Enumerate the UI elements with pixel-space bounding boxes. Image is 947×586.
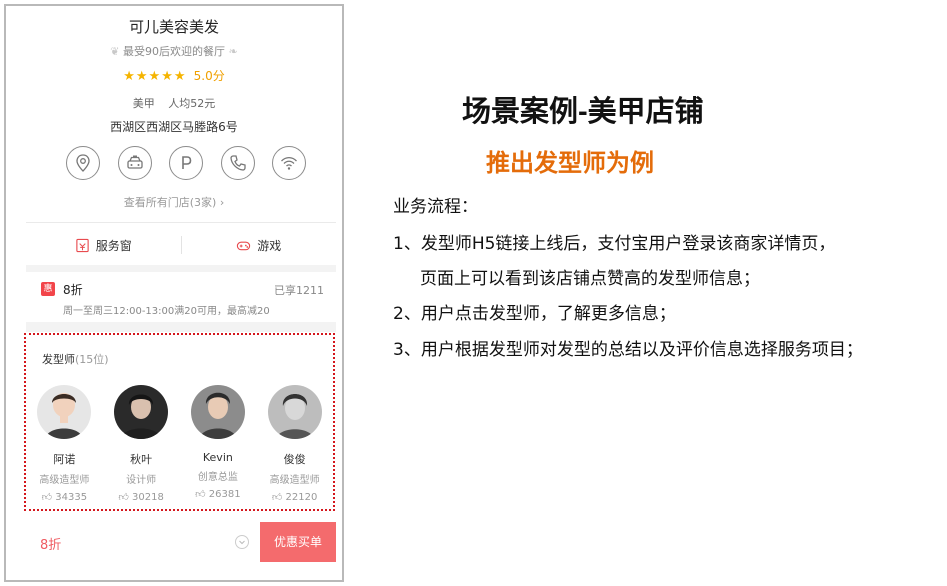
shop-tabs: 服务窗 游戏 bbox=[26, 224, 336, 266]
buy-button[interactable]: 优惠买单 bbox=[260, 522, 336, 562]
shop-facility-icons bbox=[66, 146, 306, 182]
phone-icon[interactable] bbox=[220, 146, 255, 180]
laurel-right-icon: ❧ bbox=[228, 45, 238, 58]
phone-screenshot: 可儿美容美发 ❦ 最受90后欢迎的餐厅 ❧ ★★★★★ 5.0分 美甲 人均52… bbox=[4, 4, 344, 582]
stylist-count: (15位) bbox=[75, 353, 109, 366]
stylist-card[interactable]: Kevin 创意总监 👍︎ 26381 bbox=[183, 385, 253, 503]
page-title: 场景案例-美甲店铺 bbox=[462, 96, 704, 128]
stylist-role: 创意总监 bbox=[197, 472, 238, 483]
thumbs-up-icon: 👍︎ bbox=[41, 492, 53, 503]
tab-service-window[interactable]: 服务窗 bbox=[26, 237, 181, 254]
stylist-likes: 👍︎ 22120 bbox=[260, 491, 330, 503]
flow-label: 业务流程： bbox=[393, 197, 478, 217]
stylist-section-title: 发型师(15位) bbox=[42, 351, 109, 367]
chevron-down-icon[interactable] bbox=[235, 535, 249, 549]
star-rating-icon: ★★★★★ bbox=[123, 69, 187, 84]
thumbs-up-icon: 👍︎ bbox=[195, 489, 206, 500]
stylist-card[interactable]: 秋叶 设计师 👍︎ 30218 bbox=[106, 385, 176, 503]
discount-title: 8折 bbox=[63, 283, 83, 297]
flow-step-1: 1、发型师H5链接上线后，支付宝用户登录该商家详情页， bbox=[393, 234, 836, 254]
gamepad-icon bbox=[237, 241, 251, 250]
divider bbox=[26, 222, 336, 223]
stylist-likes: 👍︎ 30218 bbox=[106, 491, 176, 503]
stylist-likes: 👍︎ 26381 bbox=[183, 488, 253, 500]
stylist-title-label: 发型师 bbox=[42, 353, 75, 366]
stylist-list: 阿诺 高级造型师 👍︎ 34335 秋叶 设计师 👍︎ 30218 Kevin … bbox=[26, 385, 333, 503]
view-stores-label: 查看所有门店(3家) bbox=[123, 196, 217, 209]
thumbs-up-icon: 👍︎ bbox=[118, 492, 129, 503]
discount-used-count: 已享1211 bbox=[274, 284, 324, 297]
section-gap bbox=[26, 265, 336, 272]
avatar bbox=[37, 385, 92, 439]
likes-count: 30218 bbox=[132, 492, 164, 503]
discount-offer[interactable]: 惠 8折 已享1211 周一至周三12:00-13:00满20可用，最高减20 bbox=[26, 274, 336, 320]
parking-icon[interactable] bbox=[169, 146, 203, 180]
stylist-card[interactable]: 俊俊 高级造型师 👍︎ 22120 bbox=[260, 385, 330, 503]
stylist-card[interactable]: 阿诺 高级造型师 👍︎ 34335 bbox=[29, 385, 99, 503]
tab-service-window-label: 服务窗 bbox=[95, 238, 132, 253]
stylist-role: 设计师 bbox=[126, 475, 157, 486]
avatar bbox=[267, 385, 322, 439]
shop-meta: 美甲 人均52元 bbox=[6, 95, 342, 111]
service-window-icon bbox=[76, 238, 89, 252]
tab-game-label: 游戏 bbox=[257, 238, 282, 253]
stylist-name: 秋叶 bbox=[130, 453, 153, 466]
view-all-stores-link[interactable]: 查看所有门店(3家) › bbox=[6, 194, 342, 210]
laurel-left-icon: ❦ bbox=[110, 45, 120, 58]
bottom-bar: 8折 优惠买单 bbox=[26, 522, 336, 562]
flow-step-3: 3、用户根据发型师对发型的总结以及评价信息选择服务项目； bbox=[393, 340, 863, 360]
shop-category: 美甲 bbox=[132, 97, 155, 110]
rating-score: 5.0分 bbox=[193, 69, 225, 83]
shop-slogan: ❦ 最受90后欢迎的餐厅 ❧ bbox=[6, 43, 342, 59]
discount-badge: 惠 bbox=[41, 282, 55, 296]
avatar bbox=[190, 385, 245, 439]
slogan-text: 最受90后欢迎的餐厅 bbox=[123, 45, 225, 58]
shop-rating: ★★★★★ 5.0分 bbox=[6, 67, 342, 84]
flow-step-1-cont: 页面上可以看到该店铺点赞高的发型师信息； bbox=[420, 269, 760, 289]
stylist-name: Kevin bbox=[202, 451, 233, 464]
location-icon[interactable] bbox=[66, 146, 100, 180]
stylist-name: 俊俊 bbox=[283, 453, 306, 466]
tab-game[interactable]: 游戏 bbox=[182, 237, 337, 254]
likes-count: 22120 bbox=[285, 492, 318, 503]
section-gap bbox=[26, 322, 336, 332]
stylist-section: 发型师(15位) 阿诺 高级造型师 👍︎ 34335 秋叶 设计师 👍︎ 302… bbox=[24, 333, 335, 511]
shop-address[interactable]: 西湖区西湖区马塍路6号 bbox=[6, 118, 342, 135]
stylist-role: 高级造型师 bbox=[39, 475, 90, 486]
shop-avg-price: 人均52元 bbox=[168, 97, 216, 110]
shop-name: 可儿美容美发 bbox=[128, 18, 219, 36]
likes-count: 34335 bbox=[55, 492, 88, 503]
thumbs-up-icon: 👍︎ bbox=[271, 492, 283, 503]
stylist-likes: 👍︎ 34335 bbox=[29, 491, 99, 503]
stylist-name: 阿诺 bbox=[53, 453, 76, 466]
stylist-role: 高级造型师 bbox=[269, 475, 320, 486]
likes-count: 26381 bbox=[208, 489, 241, 500]
flow-step-2: 2、用户点击发型师，了解更多信息； bbox=[393, 304, 676, 324]
chevron-right-icon: › bbox=[219, 196, 225, 209]
wifi-icon[interactable] bbox=[272, 146, 306, 180]
discount-description: 周一至周三12:00-13:00满20可用，最高减20 bbox=[63, 306, 270, 317]
taxi-icon[interactable] bbox=[117, 146, 152, 180]
bottom-discount: 8折 bbox=[40, 538, 62, 553]
page-subtitle: 推出发型师为例 bbox=[486, 149, 654, 177]
avatar bbox=[114, 385, 169, 439]
